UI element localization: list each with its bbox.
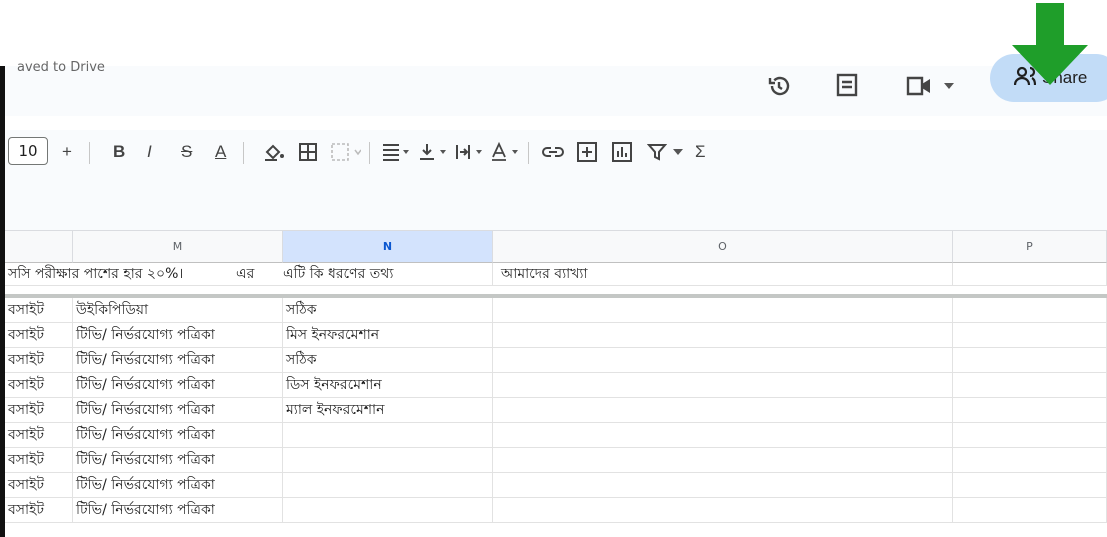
cell-p[interactable] [953, 448, 1107, 473]
chevron-down-icon[interactable] [939, 66, 959, 106]
cell-prev[interactable]: বসাইট [5, 298, 73, 323]
cell-o[interactable] [493, 473, 953, 498]
insert-comment-icon[interactable] [577, 130, 597, 174]
toolbar-divider [528, 142, 529, 164]
cell-prev[interactable]: বসাইট [5, 348, 73, 373]
cell-o[interactable] [493, 348, 953, 373]
column-header-n[interactable]: N [283, 231, 493, 263]
cell-n[interactable]: সঠিক [283, 348, 493, 373]
toolbar-divider [89, 142, 90, 164]
meet-icon[interactable] [901, 66, 937, 106]
comment-icon[interactable] [825, 66, 869, 106]
cell-p[interactable] [953, 348, 1107, 373]
text-rotation-icon[interactable] [491, 130, 521, 174]
cell-o[interactable] [493, 448, 953, 473]
cell-p[interactable] [953, 323, 1107, 348]
cell-n[interactable] [283, 448, 493, 473]
cell-m[interactable]: টিভি/ নির্ভরযোগ্য পত্রিকা [73, 348, 283, 373]
cell-prev[interactable]: বসাইট [5, 423, 73, 448]
save-status: aved to Drive [17, 60, 105, 75]
cell-o[interactable] [493, 498, 953, 523]
text-wrapping-icon[interactable] [455, 130, 485, 174]
cell-n[interactable]: ম্যাল ইনফরমেশান [283, 398, 493, 423]
cell-o[interactable] [493, 423, 953, 448]
history-icon[interactable] [757, 66, 801, 106]
cell-n[interactable] [283, 473, 493, 498]
top-bar: aved to Drive Share [5, 54, 1107, 116]
column-header-m[interactable]: M [73, 231, 283, 263]
formatting-toolbar: 10 + B I S A Σ [5, 130, 1107, 174]
column-header-p[interactable]: P [953, 231, 1107, 263]
borders-icon[interactable] [299, 130, 317, 174]
cell-prev[interactable]: বসাইট [5, 448, 73, 473]
header-cell-o[interactable]: আমাদের ব্যাখ্যা [493, 263, 953, 286]
toolbar-divider [243, 142, 244, 164]
fill-color-icon[interactable] [263, 130, 285, 174]
cell-p[interactable] [953, 423, 1107, 448]
column-header-prev[interactable] [5, 231, 73, 263]
cell-p[interactable] [953, 473, 1107, 498]
cell-prev[interactable]: বসাইট [5, 473, 73, 498]
cell-p[interactable] [953, 398, 1107, 423]
cell-m[interactable]: টিভি/ নির্ভরযোগ্য পত্রিকা [73, 448, 283, 473]
insert-chart-icon[interactable] [612, 130, 632, 174]
toolbar-divider [369, 142, 370, 164]
cell-p[interactable] [953, 298, 1107, 323]
cell-prev[interactable]: বসাইট [5, 323, 73, 348]
cell-n[interactable]: ডিস ইনফরমেশান [283, 373, 493, 398]
merge-cells-icon[interactable] [331, 130, 361, 174]
header-cell-overflow-tail: এর [236, 263, 283, 286]
cell-m[interactable]: টিভি/ নির্ভরযোগ্য পত্রিকা [73, 323, 283, 348]
cell-o[interactable] [493, 398, 953, 423]
bold-button[interactable]: B [113, 130, 125, 174]
italic-button[interactable]: I [147, 130, 152, 174]
cell-prev[interactable]: বসাইট [5, 398, 73, 423]
cell-n[interactable] [283, 423, 493, 448]
font-size-input[interactable]: 10 [8, 137, 48, 165]
cell-n[interactable]: মিস ইনফরমেশান [283, 323, 493, 348]
functions-button[interactable]: Σ [695, 130, 706, 174]
header-cell-n[interactable]: এটি কি ধরণের তথ্য [283, 263, 493, 286]
arrow-down-icon [1012, 3, 1088, 85]
header-cell-p[interactable] [953, 263, 1107, 286]
cell-prev[interactable]: বসাইট [5, 373, 73, 398]
strikethrough-button[interactable]: S [181, 130, 192, 174]
horizontal-align-icon[interactable] [382, 130, 412, 174]
cell-m[interactable]: টিভি/ নির্ভরযোগ্য পত্রিকা [73, 373, 283, 398]
cell-prev[interactable]: বসাইট [5, 498, 73, 523]
text-color-button[interactable]: A [215, 130, 226, 174]
cell-o[interactable] [493, 323, 953, 348]
cell-o[interactable] [493, 298, 953, 323]
column-header-o[interactable]: O [493, 231, 953, 263]
increase-font-size-button[interactable]: + [62, 130, 72, 174]
cell-p[interactable] [953, 498, 1107, 523]
vertical-align-icon[interactable] [419, 130, 449, 174]
cell-m[interactable]: টিভি/ নির্ভরযোগ্য পত্রিকা [73, 423, 283, 448]
cell-n[interactable] [283, 498, 493, 523]
cell-n[interactable]: সঠিক [283, 298, 493, 323]
filter-dropdown-icon[interactable] [673, 130, 683, 174]
cell-m[interactable]: টিভি/ নির্ভরযোগ্য পত্রিকা [73, 398, 283, 423]
cell-m[interactable]: টিভি/ নির্ভরযোগ্য পত্রিকা [73, 498, 283, 523]
cell-m[interactable]: টিভি/ নির্ভরযোগ্য পত্রিকা [73, 473, 283, 498]
cell-o[interactable] [493, 373, 953, 398]
filter-icon[interactable] [647, 130, 667, 174]
insert-link-icon[interactable] [542, 130, 564, 174]
formula-bar-area [5, 174, 1107, 231]
cell-m[interactable]: উইকিপিডিয়া [73, 298, 283, 323]
cell-p[interactable] [953, 373, 1107, 398]
